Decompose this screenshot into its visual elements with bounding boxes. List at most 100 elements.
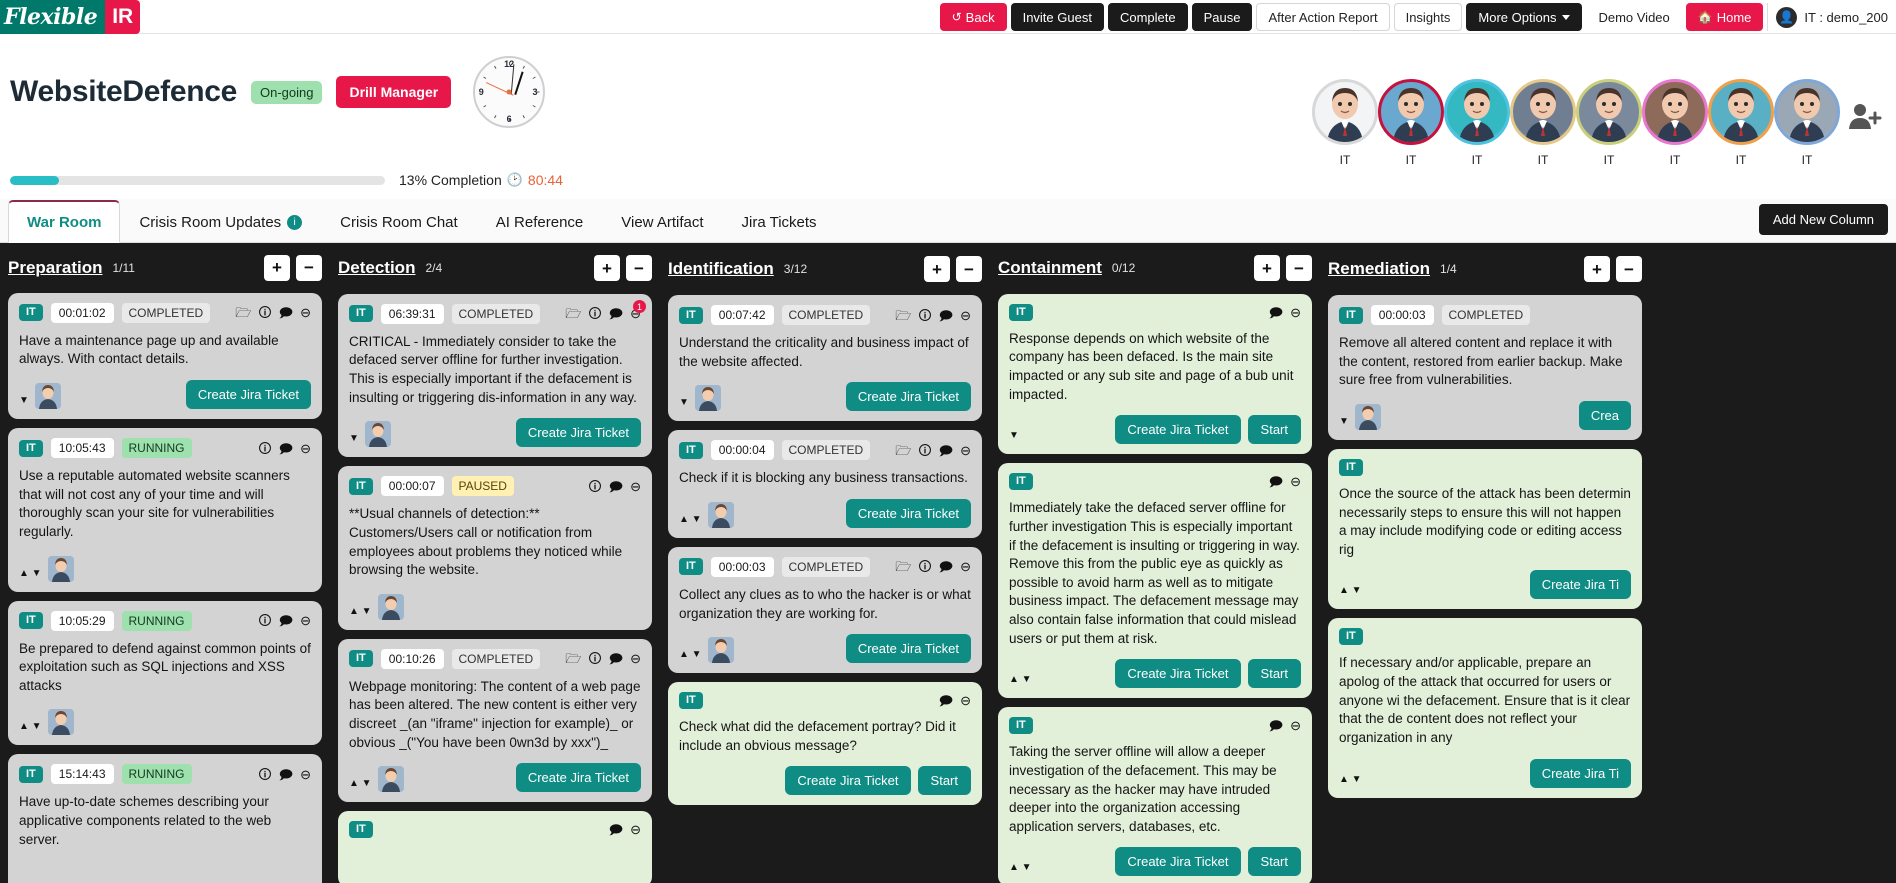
column-remove-button[interactable]: − xyxy=(956,256,982,282)
assignee-avatar[interactable] xyxy=(707,501,734,528)
collapse-caret-icon[interactable]: ▼ xyxy=(349,433,359,444)
assignee-avatar[interactable] xyxy=(34,383,61,409)
participant-avatar[interactable]: IT xyxy=(1508,79,1578,167)
task-card[interactable]: IT 00:00:03 COMPLETED Remove all altered co… xyxy=(1328,295,1642,440)
comment-icon[interactable]: 🗩 xyxy=(939,694,953,707)
inbox-icon[interactable]: 🗁 xyxy=(565,307,581,320)
topbar-button-more-options[interactable]: More Options xyxy=(1466,3,1583,31)
move-caret-icons[interactable]: ▲ ▼ xyxy=(349,778,372,789)
task-card[interactable]: IT 🗩 ⊖ Taking the server offline will allow… xyxy=(998,707,1312,883)
assignee-avatar[interactable] xyxy=(694,385,721,412)
task-card[interactable]: IT 10:05:43 RUNNING 🛈 🗩 ⊖ Use a reputable auto… xyxy=(8,428,322,592)
inbox-icon[interactable]: 🗁 xyxy=(895,309,911,322)
info-icon[interactable]: 🛈 xyxy=(258,442,271,455)
tab-ai-reference[interactable]: AI Reference xyxy=(477,200,603,243)
minus-circle-icon[interactable]: ⊖ xyxy=(630,480,641,493)
column-title[interactable]: Preparation xyxy=(8,258,102,278)
assignee-avatar[interactable] xyxy=(377,593,404,620)
column-remove-button[interactable]: − xyxy=(1286,255,1312,282)
create-jira-ticket-button[interactable]: Create Jira Ti xyxy=(1529,758,1631,788)
create-jira-ticket-button[interactable]: Create Jira Ticket xyxy=(785,766,911,796)
column-add-button[interactable]: + xyxy=(264,254,290,281)
app-logo[interactable]: Flexible IR xyxy=(0,0,141,34)
start-button[interactable]: Start xyxy=(1247,415,1301,445)
move-caret-icons[interactable]: ▲ ▼ xyxy=(19,568,42,579)
minus-circle-icon[interactable]: ⊖ xyxy=(300,614,311,627)
add-new-column-button[interactable]: Add New Column xyxy=(1758,204,1888,235)
task-card[interactable]: IT 00:00:03 COMPLETED 🗁 🛈 🗩 ⊖ Collect any clues… xyxy=(668,546,982,674)
collapse-caret-icon[interactable]: ▼ xyxy=(19,395,29,406)
create-jira-ticket-button[interactable]: Create Jira Ticket xyxy=(845,634,971,664)
move-caret-icons[interactable]: ▲ ▼ xyxy=(1009,674,1032,685)
create-jira-ticket-button[interactable]: Crea xyxy=(1578,400,1631,430)
inbox-icon[interactable]: 🗁 xyxy=(895,444,911,457)
participant-avatar[interactable]: IT xyxy=(1706,79,1776,167)
tab-war-room[interactable]: War Room xyxy=(8,200,121,243)
info-icon[interactable]: 🛈 xyxy=(258,768,271,781)
info-icon[interactable]: 🛈 xyxy=(588,307,601,320)
task-card[interactable]: IT If necessary and/or applicable, prepar… xyxy=(1328,618,1642,798)
info-icon[interactable]: 🛈 xyxy=(258,306,271,319)
comment-icon[interactable]: 🗩 xyxy=(1269,719,1283,732)
assignee-avatar[interactable] xyxy=(47,555,74,582)
create-jira-ticket-button[interactable]: Create Jira Ticket xyxy=(515,763,641,793)
comment-icon[interactable]: 🗩 xyxy=(279,306,293,319)
create-jira-ticket-button[interactable]: Create Jira Ticket xyxy=(185,380,311,409)
minus-circle-icon[interactable]: ⊖ xyxy=(630,652,641,665)
move-caret-icons[interactable]: ▲ ▼ xyxy=(349,606,372,617)
comment-icon[interactable]: 🗩 xyxy=(939,560,953,573)
start-button[interactable]: Start xyxy=(1247,847,1301,877)
comment-icon[interactable]: 🗩 xyxy=(939,309,953,322)
assignee-avatar[interactable] xyxy=(707,637,734,664)
task-card[interactable]: IT 🗩 ⊖ Immediately take the defaced server … xyxy=(998,463,1312,699)
move-caret-icons[interactable]: ▲ ▼ xyxy=(19,721,42,732)
start-button[interactable]: Start xyxy=(1247,659,1301,689)
minus-circle-icon[interactable]: ⊖ xyxy=(960,444,971,457)
info-icon[interactable]: 🛈 xyxy=(588,652,601,665)
add-participant-button[interactable] xyxy=(1848,101,1882,131)
task-card[interactable]: IT 🗩 ⊖ Response depends on which website of… xyxy=(998,293,1312,455)
collapse-caret-icon[interactable]: ▼ xyxy=(679,397,689,408)
column-title[interactable]: Containment xyxy=(998,258,1102,278)
tab-view-artifact[interactable]: View Artifact xyxy=(602,200,722,243)
minus-circle-icon[interactable]: ⊖ xyxy=(1290,719,1301,732)
topbar-button-home[interactable]: 🏠 Home xyxy=(1685,3,1764,31)
participant-avatar[interactable]: IT xyxy=(1310,79,1380,167)
move-caret-icons[interactable]: ▲ ▼ xyxy=(1339,585,1362,596)
comment-icon[interactable]: 🗩 xyxy=(939,444,953,457)
assignee-avatar[interactable] xyxy=(377,766,404,793)
column-add-button[interactable]: + xyxy=(1254,255,1280,282)
column-add-button[interactable]: + xyxy=(594,255,620,282)
tab-jira-tickets[interactable]: Jira Tickets xyxy=(723,200,836,243)
assignee-avatar[interactable] xyxy=(364,421,391,448)
task-card[interactable]: IT 00:10:26 COMPLETED 🗁 🛈 🗩 ⊖ Webpage monitorin… xyxy=(338,638,652,803)
comment-icon[interactable]: 🗩 xyxy=(609,307,623,320)
column-title[interactable]: Detection xyxy=(338,258,415,278)
topbar-button-pause[interactable]: Pause xyxy=(1191,3,1253,31)
collapse-caret-icon[interactable]: ▼ xyxy=(1339,416,1349,427)
minus-circle-icon[interactable]: ⊖ xyxy=(960,309,971,322)
collapse-caret-icon[interactable]: ▼ xyxy=(1009,430,1019,441)
create-jira-ticket-button[interactable]: Create Jira Ti xyxy=(1529,570,1631,600)
tab-crisis-room-chat[interactable]: Crisis Room Chat xyxy=(321,200,477,243)
participant-avatar[interactable]: IT xyxy=(1442,79,1512,167)
create-jira-ticket-button[interactable]: Create Jira Ticket xyxy=(845,382,971,412)
participant-avatar[interactable]: IT xyxy=(1376,79,1446,167)
column-add-button[interactable]: + xyxy=(1584,256,1610,282)
column-remove-button[interactable]: − xyxy=(1616,256,1642,282)
column-title[interactable]: Identification xyxy=(668,259,774,279)
column-add-button[interactable]: + xyxy=(924,256,950,282)
topbar-button-insights[interactable]: Insights xyxy=(1393,3,1463,31)
comment-icon[interactable]: 🗩 xyxy=(609,823,623,836)
comment-icon[interactable]: 🗩 xyxy=(1269,306,1283,319)
create-jira-ticket-button[interactable]: Create Jira Ticket xyxy=(1115,847,1241,877)
comment-icon[interactable]: 🗩 xyxy=(609,652,623,665)
inbox-icon[interactable]: 🗁 xyxy=(235,306,251,319)
participant-avatar[interactable]: IT xyxy=(1772,79,1842,167)
comment-icon[interactable]: 🗩 xyxy=(279,768,293,781)
topbar-button-invite-guest[interactable]: Invite Guest xyxy=(1010,3,1104,31)
move-caret-icons[interactable]: ▲ ▼ xyxy=(1339,774,1362,785)
task-card[interactable]: IT 10:05:29 RUNNING 🛈 🗩 ⊖ Be prepared to defen… xyxy=(8,600,322,746)
info-icon[interactable]: 🛈 xyxy=(588,480,601,493)
minus-circle-icon[interactable]: ⊖ xyxy=(300,442,311,455)
